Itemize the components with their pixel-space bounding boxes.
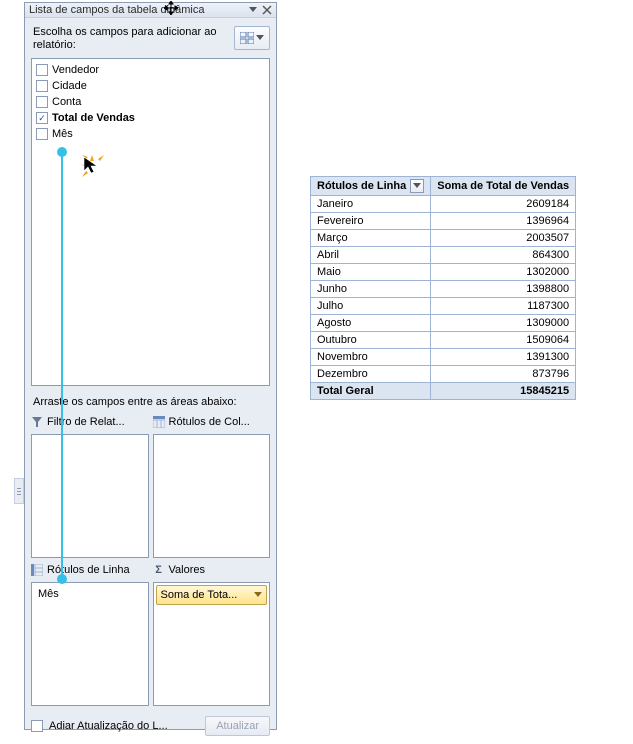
close-icon[interactable]	[260, 3, 274, 17]
columns-area-header: Rótulos de Col...	[153, 414, 271, 430]
field-checkbox[interactable]	[36, 80, 48, 92]
row-value[interactable]: 1396964	[431, 213, 576, 230]
total-label[interactable]: Total Geral	[311, 383, 431, 400]
field-item-total-de-vendas[interactable]: Total de Vendas	[34, 110, 267, 126]
row-value[interactable]: 873796	[431, 366, 576, 383]
table-row: Outubro1509064	[311, 332, 576, 349]
total-row: Total Geral15845215	[311, 383, 576, 400]
panel-menu-dropdown[interactable]	[248, 3, 258, 17]
filter-drop-area[interactable]	[31, 434, 149, 558]
field-checkbox[interactable]	[36, 112, 48, 124]
field-checkbox[interactable]	[36, 96, 48, 108]
field-item-vendedor[interactable]: Vendedor	[34, 62, 267, 78]
row-value[interactable]: 1187300	[431, 298, 576, 315]
table-row: Novembro1391300	[311, 349, 576, 366]
pivot-value-header: Soma de Total de Vendas	[431, 177, 576, 196]
field-checkbox[interactable]	[36, 128, 48, 140]
update-button[interactable]: Atualizar	[205, 716, 270, 736]
panel-body: Escolha os campos para adicionar ao rela…	[25, 18, 276, 744]
field-label: Cidade	[52, 80, 87, 92]
row-filter-dropdown[interactable]	[410, 179, 424, 193]
drag-areas-label: Arraste os campos entre as áreas abaixo:	[33, 396, 270, 408]
field-checkbox[interactable]	[36, 64, 48, 76]
row-value[interactable]: 1309000	[431, 315, 576, 332]
rows-chip-label: Mês	[38, 588, 59, 600]
row-label[interactable]: Maio	[311, 264, 431, 281]
table-row: Junho1398800	[311, 281, 576, 298]
drop-areas: Filtro de Relat... Rótulos de Col... Ró	[31, 414, 270, 706]
choose-fields-row: Escolha os campos para adicionar ao rela…	[33, 26, 270, 52]
row-label[interactable]: Março	[311, 230, 431, 247]
values-area-header: Σ Valores	[153, 562, 271, 578]
columns-area-label: Rótulos de Col...	[169, 416, 250, 428]
field-item-mês[interactable]: Mês	[34, 126, 267, 142]
pane-grip[interactable]	[14, 478, 24, 504]
pivot-row-header[interactable]: Rótulos de Linha	[311, 177, 431, 196]
field-label: Mês	[52, 128, 73, 140]
values-chip[interactable]: Soma de Tota...	[156, 585, 268, 605]
columns-icon	[153, 416, 165, 428]
row-label[interactable]: Dezembro	[311, 366, 431, 383]
row-label[interactable]: Abril	[311, 247, 431, 264]
row-value[interactable]: 1398800	[431, 281, 576, 298]
defer-update-label: Adiar Atualização do L...	[49, 720, 199, 732]
row-label[interactable]: Outubro	[311, 332, 431, 349]
rows-drop-area[interactable]: Mês	[31, 582, 149, 706]
rows-area-header: Rótulos de Linha	[31, 562, 149, 578]
pivot-row-header-label: Rótulos de Linha	[317, 180, 406, 192]
filter-area-label: Filtro de Relat...	[47, 416, 125, 428]
row-value[interactable]: 1302000	[431, 264, 576, 281]
field-item-cidade[interactable]: Cidade	[34, 78, 267, 94]
panel-title: Lista de campos da tabela dinâmica	[29, 4, 248, 16]
columns-drop-area[interactable]	[153, 434, 271, 558]
filter-area-header: Filtro de Relat...	[31, 414, 149, 430]
available-fields-list[interactable]: Vendedor Cidade Conta Total de Vendas Mês	[31, 58, 270, 386]
panel-titlebar[interactable]: Lista de campos da tabela dinâmica	[25, 3, 276, 18]
table-row: Fevereiro1396964	[311, 213, 576, 230]
values-drop-area[interactable]: Soma de Tota...	[153, 582, 271, 706]
row-label[interactable]: Agosto	[311, 315, 431, 332]
field-label: Vendedor	[52, 64, 99, 76]
table-row: Julho1187300	[311, 298, 576, 315]
field-label: Conta	[52, 96, 81, 108]
rows-icon	[31, 564, 43, 576]
total-value[interactable]: 15845215	[431, 383, 576, 400]
row-value[interactable]: 1391300	[431, 349, 576, 366]
choose-fields-label: Escolha os campos para adicionar ao rela…	[33, 26, 230, 52]
values-chip-label: Soma de Tota...	[161, 589, 238, 601]
row-value[interactable]: 864300	[431, 247, 576, 264]
chevron-down-icon	[254, 592, 262, 598]
table-row: Abril864300	[311, 247, 576, 264]
row-label[interactable]: Janeiro	[311, 196, 431, 213]
rows-chip[interactable]: Mês	[34, 585, 146, 603]
defer-update-checkbox[interactable]	[31, 720, 43, 732]
pivot-table: Rótulos de Linha Soma de Total de Vendas…	[310, 176, 576, 400]
sigma-icon: Σ	[153, 564, 165, 576]
layout-icon	[240, 32, 254, 44]
table-row: Dezembro873796	[311, 366, 576, 383]
panel-footer: Adiar Atualização do L... Atualizar	[31, 710, 270, 738]
field-label: Total de Vendas	[52, 112, 135, 124]
row-label[interactable]: Junho	[311, 281, 431, 298]
row-value[interactable]: 2609184	[431, 196, 576, 213]
row-label[interactable]: Julho	[311, 298, 431, 315]
layout-options-button[interactable]	[234, 26, 270, 50]
chevron-down-icon	[413, 183, 421, 189]
chevron-down-icon	[256, 35, 264, 41]
table-row: Janeiro2609184	[311, 196, 576, 213]
field-list-panel: Lista de campos da tabela dinâmica Escol…	[24, 2, 277, 730]
row-label[interactable]: Fevereiro	[311, 213, 431, 230]
table-row: Maio1302000	[311, 264, 576, 281]
row-label[interactable]: Novembro	[311, 349, 431, 366]
field-item-conta[interactable]: Conta	[34, 94, 267, 110]
table-row: Agosto1309000	[311, 315, 576, 332]
row-value[interactable]: 1509064	[431, 332, 576, 349]
rows-area-label: Rótulos de Linha	[47, 564, 130, 576]
values-area-label: Valores	[169, 564, 205, 576]
table-row: Março2003507	[311, 230, 576, 247]
funnel-icon	[31, 416, 43, 428]
row-value[interactable]: 2003507	[431, 230, 576, 247]
